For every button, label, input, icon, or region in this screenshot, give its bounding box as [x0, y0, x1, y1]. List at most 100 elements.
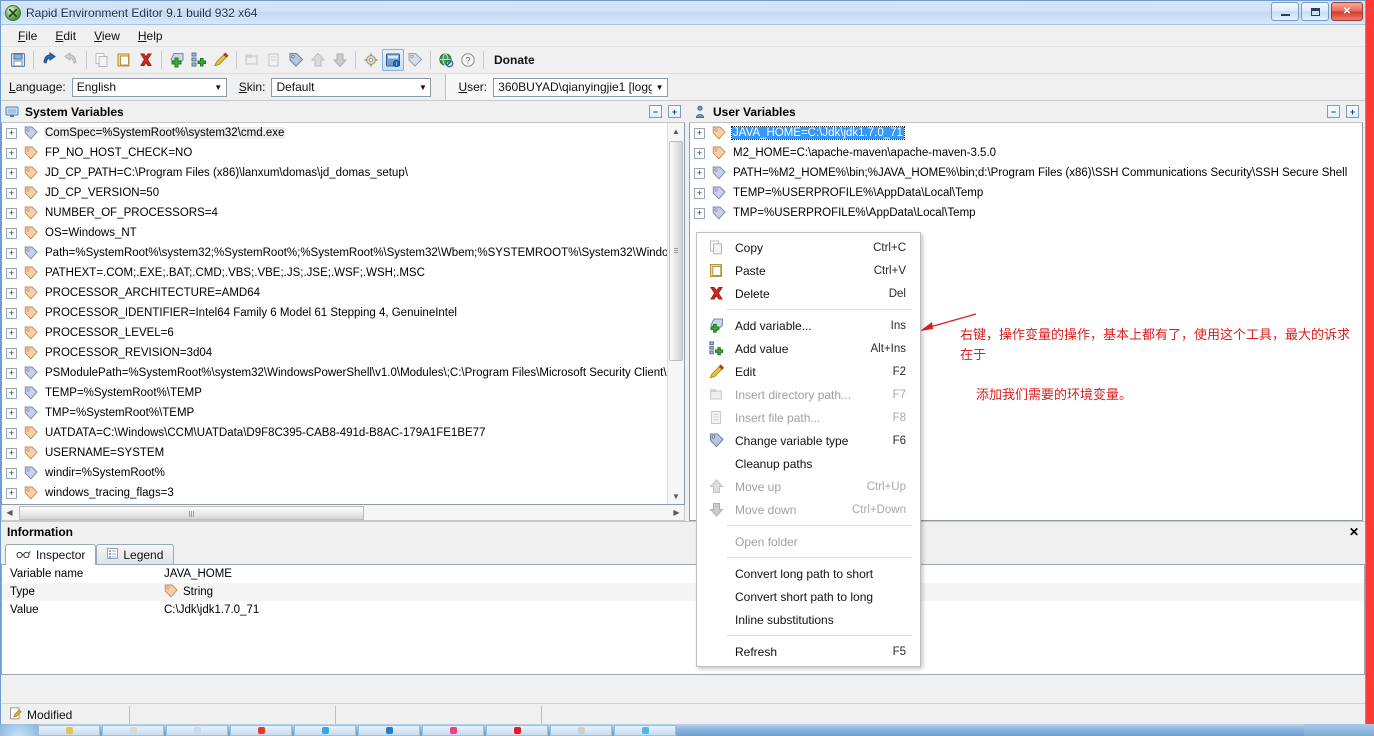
taskbar[interactable] — [0, 724, 1374, 736]
hscroll-thumb[interactable] — [19, 505, 364, 520]
system-variable-row[interactable]: + windows_tracing_flags=3 — [2, 483, 684, 503]
legend-icon[interactable] — [404, 49, 426, 71]
user-variable-row[interactable]: + M2_HOME=C:\apache-maven\apache-maven-3.… — [690, 143, 1362, 163]
system-tray[interactable] — [1304, 724, 1374, 736]
expand-toggle-icon[interactable]: + — [6, 127, 17, 139]
system-variable-row[interactable]: + TEMP=%SystemRoot%\TEMP — [2, 383, 684, 403]
expand-toggle-icon[interactable]: + — [694, 167, 705, 179]
system-variable-row[interactable]: + PROCESSOR_REVISION=3d04 — [2, 343, 684, 363]
help-icon[interactable]: ? — [457, 49, 479, 71]
expand-toggle-icon[interactable]: + — [6, 447, 17, 459]
information-icon[interactable]: i — [382, 49, 404, 71]
system-variable-row[interactable]: + PSModulePath=%SystemRoot%\system32\Wind… — [2, 363, 684, 383]
taskbar-item[interactable] — [102, 724, 164, 736]
context-menu-item-paste[interactable]: Paste Ctrl+V — [697, 259, 920, 282]
taskbar-item[interactable] — [294, 724, 356, 736]
save-icon[interactable] — [7, 49, 29, 71]
user-variable-row[interactable]: + TEMP=%USERPROFILE%\AppData\Local\Temp — [690, 183, 1362, 203]
menu-file[interactable]: FFileile — [9, 27, 46, 45]
expand-toggle-icon[interactable]: + — [6, 367, 17, 379]
context-menu-item-edit[interactable]: Edit F2 — [697, 360, 920, 383]
context-menu[interactable]: Copy Ctrl+C Paste Ctrl+V Delete Del Add variab… — [696, 232, 921, 667]
menu-edit[interactable]: Edit — [46, 27, 85, 45]
tab-inspector[interactable]: Inspector — [5, 544, 97, 565]
system-variable-row[interactable]: + PATHEXT=.COM;.EXE;.BAT;.CMD;.VBS;.VBE;.… — [2, 263, 684, 283]
edit-icon[interactable] — [210, 49, 232, 71]
system-variable-row[interactable]: + FP_NO_HOST_CHECK=NO — [2, 143, 684, 163]
user-variable-row[interactable]: + PATH=%M2_HOME%\bin;%JAVA_HOME%\bin;d:\P… — [690, 163, 1362, 183]
taskbar-item[interactable] — [614, 724, 676, 736]
expand-all-button[interactable]: + — [1346, 105, 1359, 118]
context-menu-item-delete[interactable]: Delete Del — [697, 282, 920, 305]
paste-icon[interactable] — [113, 49, 135, 71]
expand-toggle-icon[interactable]: + — [6, 327, 17, 339]
undo-icon[interactable] — [38, 49, 60, 71]
start-button[interactable] — [0, 724, 38, 736]
scroll-right-icon[interactable]: ▶ — [669, 508, 684, 517]
scroll-down-icon[interactable]: ▼ — [668, 488, 684, 504]
expand-toggle-icon[interactable]: + — [694, 127, 705, 139]
taskbar-item[interactable] — [166, 724, 228, 736]
settings-icon[interactable] — [360, 49, 382, 71]
context-menu-item-change-variable-type[interactable]: Change variable type F6 — [697, 429, 920, 452]
context-menu-item-convert-long-path-to-short[interactable]: Convert long path to short — [697, 562, 920, 585]
expand-toggle-icon[interactable]: + — [694, 147, 705, 159]
expand-toggle-icon[interactable]: + — [6, 227, 17, 239]
web-icon[interactable] — [435, 49, 457, 71]
add-variable-icon[interactable] — [166, 49, 188, 71]
system-variable-row[interactable]: + PROCESSOR_LEVEL=6 — [2, 323, 684, 343]
taskbar-item[interactable] — [38, 724, 100, 736]
system-variable-row[interactable]: + USERNAME=SYSTEM — [2, 443, 684, 463]
system-variable-row[interactable]: + JD_CP_PATH=C:\Program Files (x86)\lanxu… — [2, 163, 684, 183]
system-variables-vscrollbar[interactable]: ▲ ▼ — [667, 123, 684, 504]
system-variables-list[interactable]: + ComSpec=%SystemRoot%\system32\cmd.exe + F… — [1, 123, 685, 505]
hscroll-track[interactable] — [17, 505, 669, 520]
user-variable-row[interactable]: + JAVA_HOME=C:\Jdk\jdk1.7.0_71 — [690, 123, 1362, 143]
context-menu-item-add-variable[interactable]: Add variable... Ins — [697, 314, 920, 337]
system-variables-hscrollbar[interactable]: ◀ ▶ — [1, 505, 685, 521]
delete-icon[interactable] — [135, 49, 157, 71]
expand-toggle-icon[interactable]: + — [6, 187, 17, 199]
expand-toggle-icon[interactable]: + — [6, 247, 17, 259]
expand-toggle-icon[interactable]: + — [6, 207, 17, 219]
menu-view[interactable]: View — [85, 27, 129, 45]
scroll-up-icon[interactable]: ▲ — [668, 123, 684, 139]
expand-toggle-icon[interactable]: + — [6, 267, 17, 279]
tab-legend[interactable]: Legend — [96, 544, 175, 564]
context-menu-item-inline-substitutions[interactable]: Inline substitutions — [697, 608, 920, 631]
minimize-button[interactable] — [1271, 2, 1299, 21]
taskbar-item[interactable] — [358, 724, 420, 736]
menu-help[interactable]: Help — [129, 27, 172, 45]
system-variable-row[interactable]: + OS=Windows_NT — [2, 223, 684, 243]
expand-toggle-icon[interactable]: + — [6, 167, 17, 179]
taskbar-item[interactable] — [230, 724, 292, 736]
expand-toggle-icon[interactable]: + — [6, 427, 17, 439]
context-menu-item-refresh[interactable]: Refresh F5 — [697, 640, 920, 663]
expand-all-button[interactable]: + — [668, 105, 681, 118]
system-variable-row[interactable]: + PROCESSOR_ARCHITECTURE=AMD64 — [2, 283, 684, 303]
user-select[interactable]: 360BUYAD\qianyingjie1 [logged i ▼ — [493, 77, 669, 97]
collapse-all-button[interactable]: − — [649, 105, 662, 118]
expand-toggle-icon[interactable]: + — [6, 347, 17, 359]
maximize-button[interactable] — [1301, 2, 1329, 21]
system-variable-row[interactable]: + windir=%SystemRoot% — [2, 463, 684, 483]
system-variable-row[interactable]: + NUMBER_OF_PROCESSORS=4 — [2, 203, 684, 223]
system-variable-row[interactable]: + JD_CP_VERSION=50 — [2, 183, 684, 203]
expand-toggle-icon[interactable]: + — [6, 287, 17, 299]
context-menu-item-add-value[interactable]: Add value Alt+Ins — [697, 337, 920, 360]
expand-toggle-icon[interactable]: + — [6, 387, 17, 399]
system-variable-row[interactable]: + TMP=%SystemRoot%\TEMP — [2, 403, 684, 423]
expand-toggle-icon[interactable]: + — [6, 307, 17, 319]
system-variable-row[interactable]: + ComSpec=%SystemRoot%\system32\cmd.exe — [2, 123, 684, 143]
taskbar-item[interactable] — [550, 724, 612, 736]
vscroll-thumb[interactable] — [669, 141, 683, 361]
add-value-icon[interactable] — [188, 49, 210, 71]
context-menu-item-convert-short-path-to-long[interactable]: Convert short path to long — [697, 585, 920, 608]
change-variable-type-icon[interactable] — [285, 49, 307, 71]
system-variable-row[interactable]: + Path=%SystemRoot%\system32;%SystemRoot%… — [2, 243, 684, 263]
context-menu-item-copy[interactable]: Copy Ctrl+C — [697, 236, 920, 259]
information-close-icon[interactable]: ✕ — [1349, 525, 1359, 539]
system-variable-row[interactable]: + PROCESSOR_IDENTIFIER=Intel64 Family 6 M… — [2, 303, 684, 323]
language-select[interactable]: English ▼ — [71, 77, 227, 97]
taskbar-item[interactable] — [486, 724, 548, 736]
